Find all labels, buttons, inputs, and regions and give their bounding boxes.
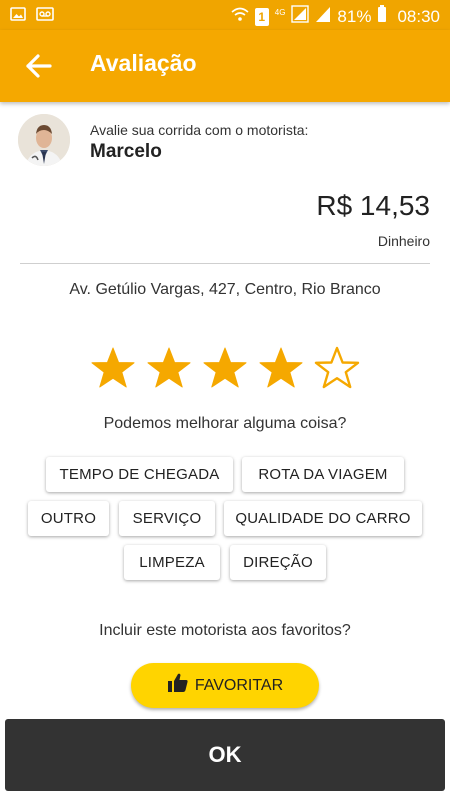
driver-caption: Avalie sua corrida com o motorista: [90,122,309,138]
payment-method: Dinheiro [377,233,430,249]
feedback-option-servico[interactable]: SERVIÇO [119,501,215,536]
voicemail-icon [36,7,54,26]
feedback-question: Podemos melhorar alguma coisa? [103,415,347,432]
feedback-option-qualidade-do-carro[interactable]: QUALIDADE DO CARRO [224,501,422,536]
status-bar-system: 1 4G 81% 08:30 [231,5,440,28]
star-rating [90,345,360,391]
driver-info: Avalie sua corrida com o motorista: Marc… [18,114,438,166]
ok-button[interactable]: OK [5,719,445,791]
battery-icon [377,5,387,28]
star-outline-icon[interactable] [314,345,360,391]
status-bar-notifications [10,7,54,26]
feedback-option-rota-da-viagem[interactable]: ROTA DA VIAGEM [242,457,404,492]
star-filled-icon[interactable] [258,345,304,391]
wifi-icon [231,6,249,27]
feedback-option-tempo-de-chegada[interactable]: TEMPO DE CHEGADA [46,457,233,492]
feedback-option-outro[interactable]: OUTRO [28,501,109,536]
signal-icon [315,5,331,28]
page-title: Avaliação [90,50,197,76]
status-bar: 1 4G 81% 08:30 [0,0,450,30]
signal-icon [291,5,310,28]
network-type: 4G [274,8,286,17]
trip-price: R$ 14,53 [316,190,430,221]
sim-icon: 1 [254,7,269,26]
star-filled-icon[interactable] [202,345,248,391]
app-bar: Avaliação [0,30,450,102]
driver-name: Marcelo [90,141,162,162]
favorite-question: Incluir este motorista aos favoritos? [99,622,351,639]
arrow-back-icon [22,54,58,86]
battery-level: 81% [337,6,372,26]
gallery-icon [10,7,26,26]
star-filled-icon[interactable] [146,345,192,391]
favorite-button-label: FAVORITAR [194,676,284,694]
driver-avatar [18,114,70,166]
clock: 08:30 [397,6,440,26]
feedback-option-limpeza[interactable]: LIMPEZA [124,545,220,580]
trip-address: Av. Getúlio Vargas, 427, Centro, Rio Bra… [69,281,381,298]
thumbs-up-icon [167,673,189,698]
favorite-button[interactable]: FAVORITAR [131,663,319,708]
feedback-option-direcao[interactable]: DIREÇÃO [230,545,326,580]
back-button[interactable] [22,50,58,82]
divider [20,263,430,264]
star-filled-icon[interactable] [90,345,136,391]
